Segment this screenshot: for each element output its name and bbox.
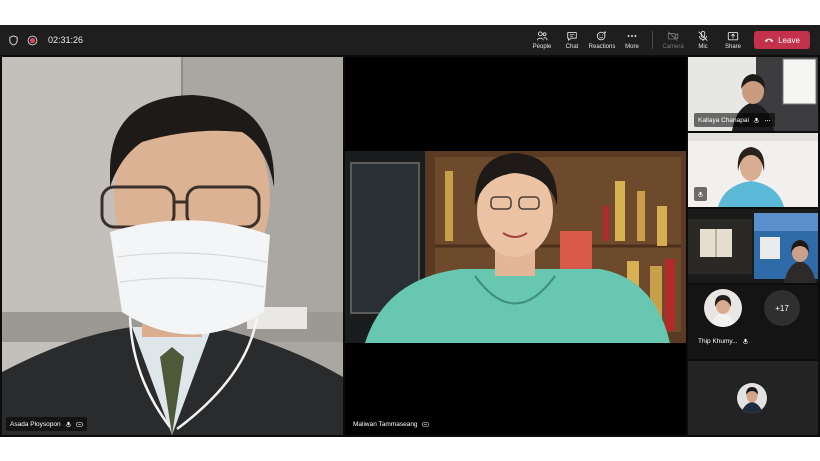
video-tile-kallaya[interactable]: Kallaya Chanapai bbox=[688, 57, 818, 131]
reactions-button[interactable]: Reactions bbox=[587, 25, 617, 55]
meeting-timer: 02:31:26 bbox=[48, 35, 84, 45]
leave-label: Leave bbox=[778, 35, 800, 45]
reactions-icon bbox=[596, 30, 608, 42]
shield-icon bbox=[8, 34, 19, 46]
mic-icon bbox=[753, 117, 760, 124]
participant-name-tag: Thip Khumy... bbox=[694, 334, 753, 348]
meeting-toolbar: 02:31:26 People Chat Reactions More Came… bbox=[0, 25, 820, 55]
share-label: Share bbox=[724, 44, 741, 50]
participant-name-tag: Kallaya Chanapai bbox=[694, 113, 775, 127]
chat-button[interactable]: Chat bbox=[557, 25, 587, 55]
participant-name: Kallaya Chanapai bbox=[698, 116, 749, 124]
pinned-icon bbox=[421, 421, 429, 428]
toolbar-left: 02:31:26 bbox=[8, 25, 83, 55]
toolbar-controls: People Chat Reactions More Camera Mic Sh… bbox=[527, 25, 810, 55]
mic-icon bbox=[697, 191, 704, 198]
avatar bbox=[737, 383, 767, 413]
more-participants-count: +17 bbox=[775, 303, 789, 313]
share-button[interactable]: Share bbox=[718, 25, 748, 55]
mic-icon bbox=[742, 338, 749, 345]
more-icon bbox=[626, 30, 638, 42]
chat-icon bbox=[566, 30, 578, 42]
video-tile-participant[interactable] bbox=[688, 133, 818, 207]
chat-label: Chat bbox=[565, 44, 579, 50]
participant-video-maliwan bbox=[345, 151, 686, 343]
participant-name: Asada Ploysopon bbox=[10, 420, 61, 428]
reactions-label: Reactions bbox=[588, 44, 616, 50]
mic-icon bbox=[65, 421, 72, 428]
more-participants-button[interactable]: +17 bbox=[764, 290, 800, 326]
camera-label: Camera bbox=[662, 44, 684, 50]
participant-name-tag: Asada Ploysopon bbox=[6, 417, 87, 431]
video-tile-asada[interactable]: Asada Ploysopon bbox=[2, 57, 343, 435]
share-icon bbox=[727, 30, 739, 42]
participant-name: Maliwan Tammaseang bbox=[353, 420, 418, 428]
more-label: More bbox=[625, 44, 639, 50]
video-tile-room[interactable] bbox=[688, 209, 818, 283]
people-icon bbox=[536, 30, 548, 42]
mic-label: Mic bbox=[698, 44, 708, 50]
toolbar-separator bbox=[652, 31, 653, 49]
video-tile-maliwan[interactable]: Maliwan Tammaseang bbox=[345, 57, 686, 435]
more-button[interactable]: More bbox=[617, 25, 647, 55]
participant-video-room bbox=[688, 209, 818, 283]
people-button[interactable]: People bbox=[527, 25, 557, 55]
mic-button[interactable]: Mic bbox=[688, 25, 718, 55]
participant-name: Thip Khumy... bbox=[698, 337, 738, 345]
participant-gallery-row: Thip Khumy... +17 bbox=[688, 285, 818, 359]
mic-off-icon bbox=[697, 30, 709, 42]
video-tile-avatar[interactable] bbox=[688, 361, 818, 435]
more-options-icon[interactable] bbox=[764, 117, 771, 124]
camera-off-icon bbox=[667, 30, 679, 42]
participant-video-asada bbox=[2, 57, 343, 435]
leave-button[interactable]: Leave bbox=[754, 31, 810, 49]
meeting-window: 02:31:26 People Chat Reactions More Came… bbox=[0, 25, 820, 437]
mic-status-tag bbox=[694, 187, 707, 201]
recording-icon bbox=[27, 35, 38, 46]
avatar-thip[interactable] bbox=[704, 289, 742, 327]
camera-button[interactable]: Camera bbox=[658, 25, 688, 55]
participant-video bbox=[688, 133, 818, 207]
people-label: People bbox=[532, 44, 552, 50]
participant-name-tag: Maliwan Tammaseang bbox=[349, 417, 433, 431]
pinned-icon bbox=[76, 421, 83, 428]
hang-up-icon bbox=[764, 37, 774, 43]
